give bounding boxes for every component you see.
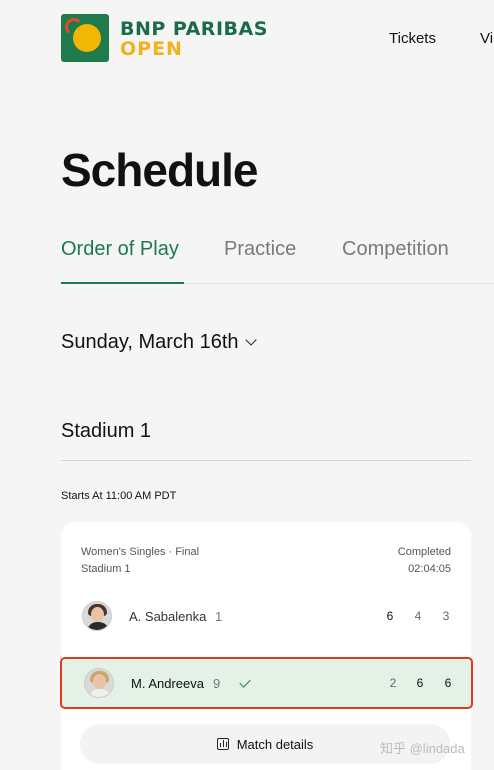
match-status-block: Completed 02:04:05: [398, 544, 451, 578]
brand-line1: BNP PARIBAS: [120, 18, 268, 40]
player-seed: 1: [215, 608, 223, 624]
nav-visit[interactable]: Vi: [480, 30, 493, 47]
set-score: 6: [386, 609, 394, 623]
set-score: 6: [444, 676, 452, 690]
date-label: Sunday, March 16th: [61, 331, 239, 353]
divider: [61, 460, 471, 461]
active-tab-indicator: [61, 282, 184, 284]
player-row[interactable]: A. Sabalenka 1 6 4 3: [61, 592, 471, 640]
match-details-label: Match details: [236, 736, 314, 752]
logo-stripe-icon: [65, 18, 83, 36]
winner-row-highlight[interactable]: M. Andreeva 9 2 6 6: [60, 657, 473, 709]
set-score: 4: [414, 609, 422, 623]
set-score: 3: [442, 609, 450, 623]
tournament-logo[interactable]: [61, 14, 109, 62]
player-name: M. Andreeva: [131, 675, 204, 691]
tab-competition[interactable]: Competition: [342, 238, 449, 261]
player-avatar: [82, 601, 112, 631]
set-score: 2: [389, 676, 397, 690]
match-court: Stadium 1: [81, 563, 131, 575]
page-title: Schedule: [61, 144, 259, 196]
match-event: Women's Singles · Final: [81, 546, 200, 558]
schedule-tabs: Order of Play Practice Competition: [61, 238, 494, 284]
player-avatar: [84, 668, 114, 698]
stats-chart-icon: [216, 738, 229, 750]
winner-check-icon: [239, 675, 251, 688]
player-row[interactable]: M. Andreeva 9 2 6 6: [63, 659, 473, 707]
match-status: Completed: [397, 546, 451, 558]
court-heading: Stadium 1: [61, 420, 152, 442]
set-score: 6: [416, 676, 424, 690]
match-info: Women's Singles · Final Stadium 1: [81, 544, 199, 578]
brand-line2: OPEN: [120, 38, 183, 60]
tab-order-of-play[interactable]: Order of Play: [61, 238, 179, 261]
start-time: Starts At 11:00 AM PDT: [61, 490, 177, 502]
watermark: 知乎 @lindada: [380, 741, 465, 756]
match-duration: 02:04:05: [408, 563, 451, 575]
tab-practice[interactable]: Practice: [224, 238, 296, 261]
player-name: A. Sabalenka: [129, 608, 207, 624]
site-header: BNP PARIBAS OPEN Tickets Vi: [0, 0, 494, 80]
nav-tickets[interactable]: Tickets: [389, 30, 436, 47]
brand-name[interactable]: BNP PARIBAS OPEN: [120, 19, 268, 59]
player-seed: 9: [213, 675, 221, 691]
date-dropdown[interactable]: Sunday, March 16th: [61, 331, 257, 354]
chevron-down-icon: [244, 334, 257, 346]
